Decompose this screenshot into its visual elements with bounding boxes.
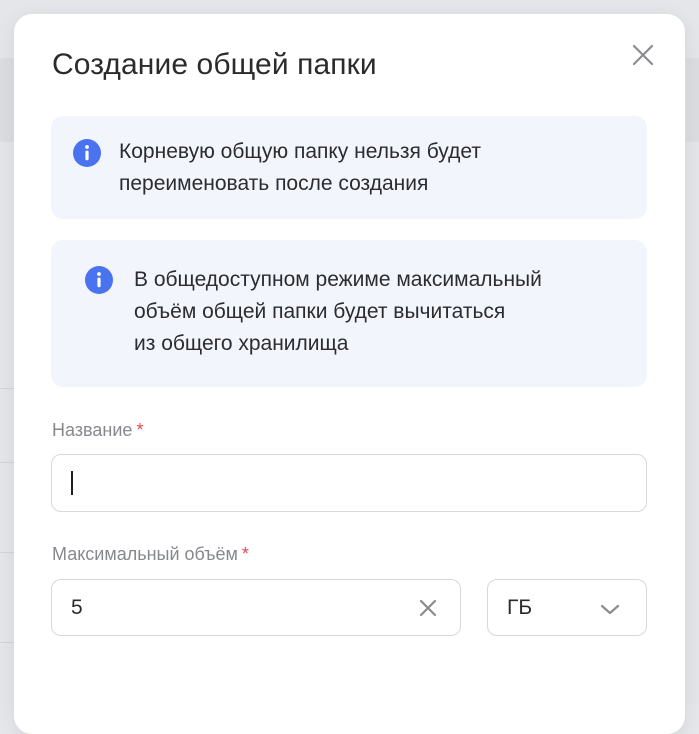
backdrop-band-left: [0, 58, 14, 142]
backdrop-divider: [0, 642, 14, 643]
required-mark: *: [136, 420, 143, 440]
info-box-public-mode: В общедоступном режиме максимальный объё…: [51, 240, 647, 387]
max-volume-label-text: Максимальный объём: [52, 544, 238, 564]
max-volume-field-label: Максимальный объём*: [52, 544, 249, 565]
unit-select[interactable]: ГБ: [487, 579, 647, 636]
backdrop-divider: [0, 462, 14, 463]
max-volume-value: 5: [71, 596, 83, 620]
info-text: В общедоступном режиме максимальный объё…: [134, 264, 542, 360]
info-text: Корневую общую папку нельзя будет переим…: [119, 136, 481, 200]
unit-selected-value: ГБ: [507, 596, 532, 620]
dialog-title: Создание общей папки: [52, 48, 377, 82]
info-icon: [85, 266, 113, 294]
backdrop-divider: [0, 388, 14, 389]
clear-button[interactable]: [416, 596, 440, 620]
max-volume-input[interactable]: 5: [51, 579, 461, 636]
backdrop-band-right: [686, 58, 699, 142]
name-label-text: Название: [52, 420, 132, 440]
info-icon: [73, 139, 101, 167]
name-field-label: Название*: [52, 420, 143, 441]
name-input[interactable]: [51, 454, 647, 512]
required-mark: *: [242, 544, 249, 564]
chevron-down-icon: [598, 598, 622, 622]
close-icon: [628, 40, 658, 70]
info-box-rename: Корневую общую папку нельзя будет переим…: [51, 116, 647, 219]
clear-icon: [416, 596, 440, 620]
text-caret: [71, 471, 73, 495]
close-button[interactable]: [628, 40, 658, 70]
create-shared-folder-dialog: Создание общей папки Корневую общую папк…: [14, 14, 685, 734]
backdrop-divider: [0, 552, 14, 553]
